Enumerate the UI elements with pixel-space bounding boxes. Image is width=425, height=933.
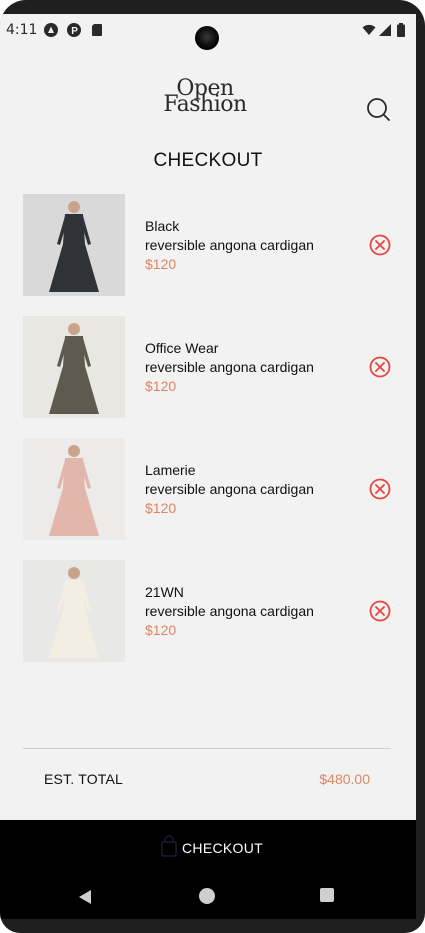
remove-item-icon[interactable]: [369, 234, 391, 256]
item-name: reversible angona cardigan: [145, 481, 314, 497]
item-price: $120: [145, 500, 177, 516]
app-screen: 4:11 P Open Fashion CHECKOUT Black rever…: [0, 14, 416, 919]
search-icon[interactable]: [365, 96, 393, 124]
page-title: CHECKOUT: [153, 150, 263, 171]
product-image[interactable]: [23, 194, 125, 296]
checkout-button[interactable]: CHECKOUT: [0, 820, 416, 876]
product-image[interactable]: [23, 560, 125, 662]
cart-item[interactable]: Lamerie reversible angona cardigan $120: [23, 438, 398, 540]
app-logo[interactable]: Open Fashion: [140, 78, 270, 117]
est-total-value: $480.00: [319, 771, 370, 787]
item-price: $120: [145, 256, 177, 272]
android-auto-icon: [44, 23, 58, 37]
battery-icon: [397, 23, 405, 37]
remove-item-icon[interactable]: [369, 478, 391, 500]
recent-apps-icon[interactable]: [320, 888, 334, 902]
home-circle-icon[interactable]: [199, 888, 215, 904]
shopping-bag-icon: [161, 835, 177, 857]
product-image[interactable]: [23, 316, 125, 418]
svg-text:P: P: [71, 26, 78, 37]
item-brand: Black: [145, 218, 180, 234]
cart-item[interactable]: Black reversible angona cardigan $120: [23, 194, 398, 296]
status-time: 4:11: [6, 22, 38, 38]
phone-frame: 4:11 P Open Fashion CHECKOUT Black rever…: [0, 0, 425, 933]
front-camera: [195, 26, 219, 50]
item-brand: Lamerie: [145, 462, 196, 478]
item-price: $120: [145, 622, 177, 638]
checkout-label: CHECKOUT: [182, 840, 263, 856]
cart-item[interactable]: Office Wear reversible angona cardigan $12…: [23, 316, 398, 418]
divider: [23, 748, 391, 749]
item-name: reversible angona cardigan: [145, 237, 314, 253]
system-nav-bar: [0, 876, 416, 919]
item-brand: Office Wear: [145, 340, 219, 356]
sd-card-icon: [92, 24, 102, 36]
item-price: $120: [145, 378, 177, 394]
wifi-icon: [362, 24, 376, 35]
item-brand: 21WN: [145, 584, 184, 600]
remove-item-icon[interactable]: [369, 600, 391, 622]
p-badge-icon: P: [67, 23, 81, 37]
item-name: reversible angona cardigan: [145, 359, 314, 375]
product-image[interactable]: [23, 438, 125, 540]
status-bar: 4:11 P: [0, 14, 416, 50]
est-total-label: EST. TOTAL: [44, 771, 124, 787]
logo-line-2: Fashion: [163, 92, 247, 117]
cart-item[interactable]: 21WN reversible angona cardigan $120: [23, 560, 398, 662]
back-triangle-icon[interactable]: [76, 888, 94, 906]
signal-icon: [379, 24, 391, 36]
remove-item-icon[interactable]: [369, 356, 391, 378]
item-name: reversible angona cardigan: [145, 603, 314, 619]
